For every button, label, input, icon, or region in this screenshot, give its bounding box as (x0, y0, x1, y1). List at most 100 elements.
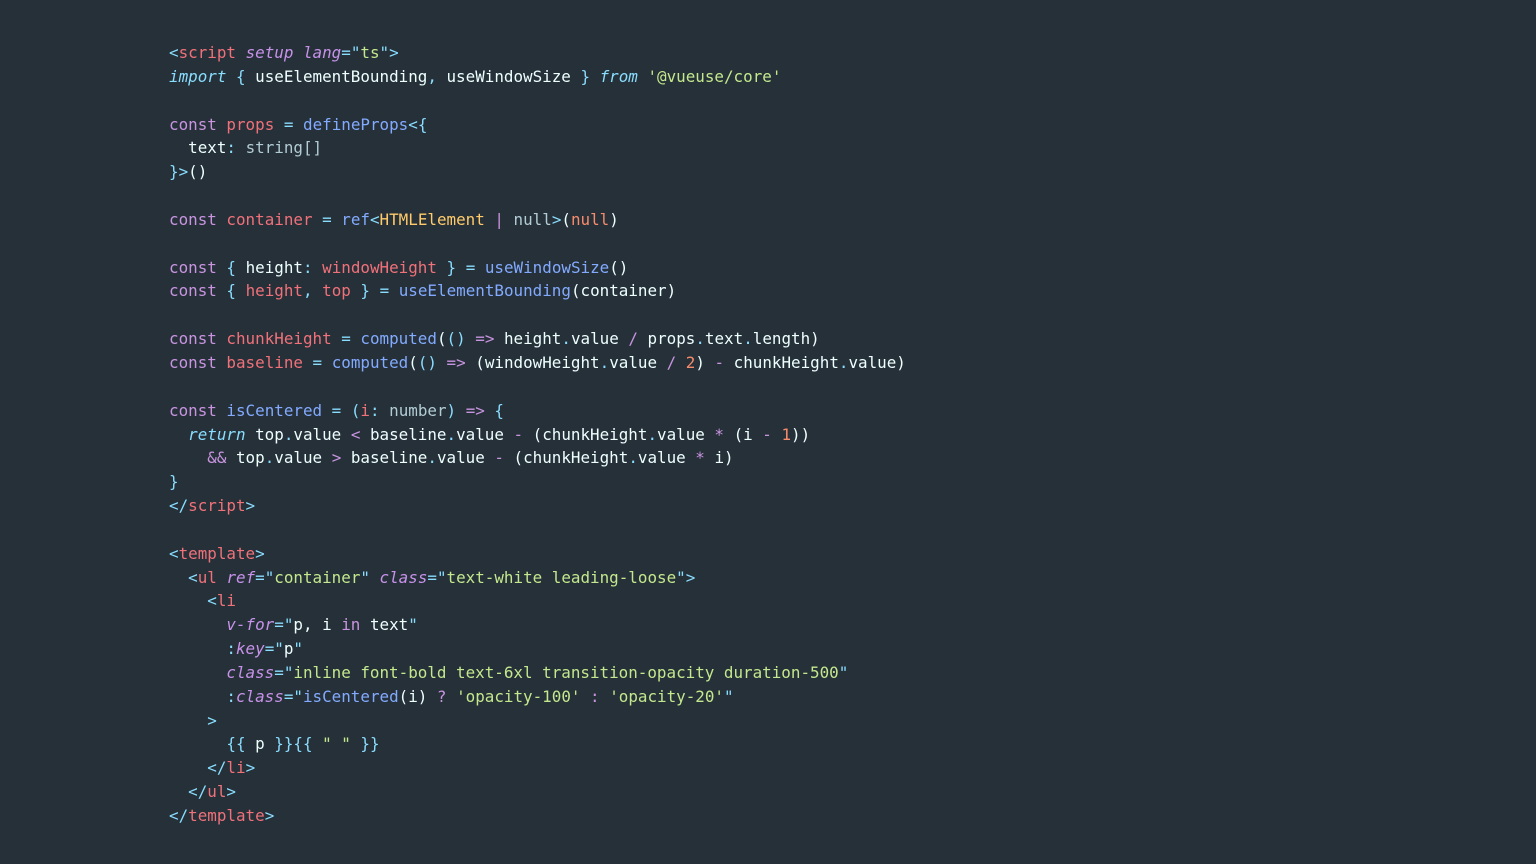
code-token: = (331, 400, 342, 420)
code-token: ( (350, 400, 361, 420)
code-line: class="inline font-bold text-6xl transit… (169, 661, 906, 685)
code-token: . (427, 448, 437, 468)
code-token: (container) (570, 281, 677, 301)
code-token: => (465, 400, 485, 420)
code-token: = (322, 209, 332, 229)
code-token: > (264, 806, 275, 825)
code-token: . (599, 352, 610, 372)
code-token: " (408, 615, 418, 635)
code-token: inline font-bold text-6xl transition-opa… (293, 662, 839, 682)
code-token: > (551, 209, 562, 229)
code-line: return top.value < baseline.value - (chu… (169, 423, 906, 447)
code-token: value) (848, 352, 906, 372)
code-token: , (427, 66, 437, 86)
code-token: p (245, 734, 275, 754)
code-token: '@vueuse/core' (647, 66, 782, 86)
code-token: > (226, 782, 236, 802)
code-token: " (838, 662, 849, 682)
code-line: const props = defineProps<{ (169, 113, 906, 137)
code-token: . (264, 448, 275, 468)
code-token: useElementBounding (245, 66, 428, 86)
code-token: return (188, 424, 246, 444)
code-token: " (293, 639, 303, 659)
code-token: ( (408, 352, 418, 372)
code-token: ul (207, 782, 227, 802)
code-token: - (513, 424, 524, 444)
code-token: = (379, 281, 390, 301)
code-token: const (169, 257, 217, 277)
code-token: ) (609, 209, 619, 229)
code-token: } (360, 281, 370, 301)
code-line: const { height, top } = useElementBoundi… (169, 279, 906, 303)
code-token: }} (360, 734, 380, 754)
code-token: computed (360, 329, 437, 349)
code-token: } (446, 257, 457, 277)
code-token: null (570, 209, 610, 229)
code-token: template (188, 806, 265, 825)
code-token: (chunkHeight (523, 424, 648, 444)
code-token: const (169, 329, 217, 349)
code-token: value (436, 448, 495, 468)
code-token: > (207, 710, 217, 730)
code-token: ul (197, 567, 217, 587)
code-token: </ (169, 496, 189, 516)
code-token: }> (169, 162, 189, 182)
code-token: "> (676, 567, 696, 587)
code-token: (windowHeight (465, 352, 600, 372)
code-token: HTMLElement (379, 209, 485, 229)
code-token: props (226, 114, 275, 134)
code-token: ) (695, 352, 715, 372)
code-token: text-white leading-loose (446, 567, 677, 587)
code-token: () (188, 162, 208, 182)
code-line: const { height: windowHeight } = useWind… (169, 256, 906, 280)
code-token: : (226, 686, 236, 706)
code-line: const chunkHeight = computed(() => heigh… (169, 327, 906, 351)
code-token: =" (255, 567, 275, 587)
code-token: / (628, 329, 638, 349)
code-token: < (350, 424, 361, 444)
code-token: =" (341, 43, 361, 62)
code-token: from (599, 66, 638, 86)
code-token: top (322, 281, 351, 301)
code-token: in (341, 615, 361, 635)
code-token: =" (274, 615, 294, 635)
code-token: script (188, 496, 246, 516)
code-token: , (302, 281, 313, 301)
code-token: > (245, 496, 256, 516)
code-token: : (369, 400, 380, 420)
code-line: const isCentered = (i: number) => { (169, 399, 906, 423)
code-token: height (494, 329, 562, 349)
code-token: < (207, 591, 217, 611)
code-token: * (714, 424, 724, 444)
code-token: value (609, 352, 667, 372)
code-token: . (283, 424, 294, 444)
code-token: isCentered (226, 400, 323, 420)
code-editor[interactable]: <script setup lang="ts"> import { useElem… (169, 41, 906, 828)
code-line: text: string[] (169, 136, 906, 160)
code-token: " (360, 567, 370, 587)
code-token: useWindowSize (436, 66, 581, 86)
code-line: </ul> (169, 780, 906, 804)
code-token: class (226, 662, 275, 682)
